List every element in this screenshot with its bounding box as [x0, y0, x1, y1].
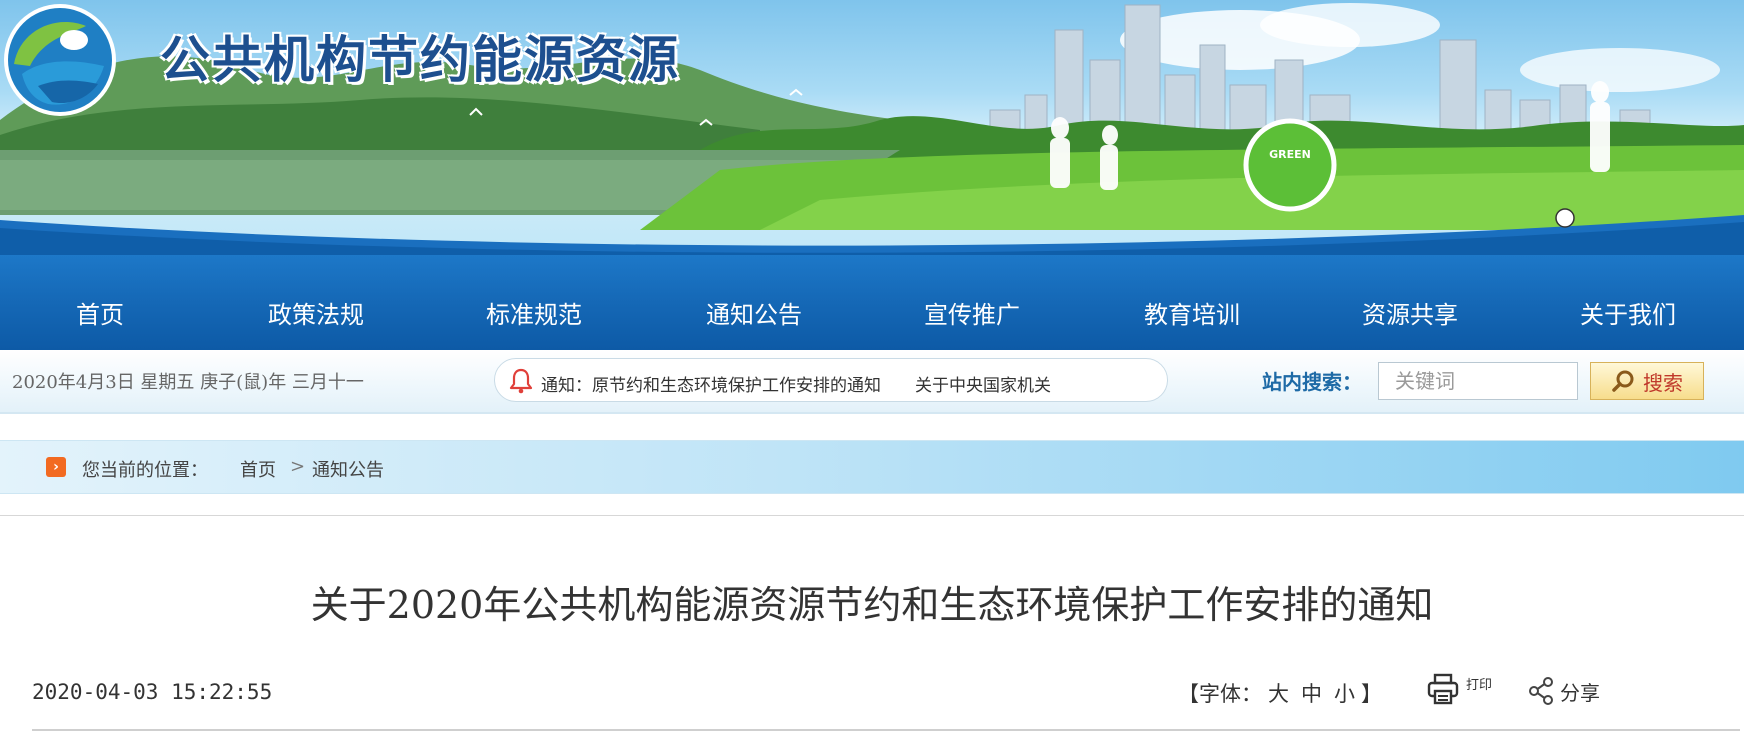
article-area: 关于2020年公共机构能源资源节约和生态环境保护工作安排的通知 2020-04-… — [0, 515, 1744, 736]
breadcrumb-home[interactable]: 首页 — [240, 456, 276, 482]
notice-prefix: 通知： — [541, 376, 592, 396]
font-size-large[interactable]: 大 — [1268, 682, 1289, 706]
site-title: 公共机构节约能源资源 — [160, 31, 680, 89]
nav-item-training[interactable]: 教育培训 — [1112, 295, 1272, 330]
share-label: 分享 — [1560, 680, 1600, 705]
breadcrumb: › 您当前的位置： 首页 > 通知公告 — [0, 440, 1744, 494]
breadcrumb-separator: > — [290, 456, 306, 477]
font-size-small[interactable]: 小 — [1334, 682, 1355, 706]
font-size-close: 】 — [1361, 682, 1382, 706]
font-size-control: 【字体：大中小】 — [1178, 678, 1382, 708]
print-button[interactable]: 打印 — [1426, 672, 1492, 706]
search-icon — [1612, 370, 1634, 392]
nav-item-promotion[interactable]: 宣传推广 — [892, 295, 1052, 330]
info-bar: 2020年4月3日 星期五 庚子(鼠)年 三月十一 通知：原节约和生态环境保护工… — [0, 350, 1744, 414]
main-nav: 首页 政策法规 标准规范 通知公告 宣传推广 教育培训 资源共享 关于我们 — [0, 255, 1744, 350]
nav-item-standards[interactable]: 标准规范 — [454, 295, 614, 330]
nav-item-resources[interactable]: 资源共享 — [1330, 295, 1490, 330]
share-button[interactable]: 分享 — [1528, 676, 1600, 706]
notice-item[interactable]: 原节约和生态环境保护工作安排的通知 — [592, 376, 881, 396]
logo-icon — [4, 4, 116, 116]
search-label: 站内搜索： — [1262, 370, 1362, 394]
article-title: 关于2020年公共机构能源资源节约和生态环境保护工作安排的通知 — [310, 583, 1434, 627]
breadcrumb-current[interactable]: 通知公告 — [312, 456, 384, 482]
header-divider — [32, 729, 1740, 731]
notice-ticker: 通知：原节约和生态环境保护工作安排的通知 关于中央国家机关 — [494, 358, 1168, 402]
search-button-label: 搜索 — [1643, 370, 1683, 395]
printer-icon — [1427, 673, 1459, 705]
chevron-right-icon: › — [46, 457, 66, 477]
search-input[interactable] — [1378, 362, 1578, 400]
font-size-label: 【字体： — [1178, 682, 1262, 706]
publish-datetime: 2020-04-03 15:22:55 — [32, 680, 273, 704]
share-icon — [1529, 677, 1553, 705]
breadcrumb-label: 您当前的位置： — [82, 460, 208, 481]
nav-item-notices[interactable]: 通知公告 — [674, 295, 834, 330]
bell-icon — [509, 368, 533, 394]
nav-item-policies[interactable]: 政策法规 — [236, 295, 396, 330]
font-size-medium[interactable]: 中 — [1301, 682, 1322, 706]
banner-green-label: GREEN — [1269, 148, 1311, 161]
nav-item-home[interactable]: 首页 — [20, 295, 180, 330]
notice-text: 通知：原节约和生态环境保护工作安排的通知 关于中央国家机关 — [541, 371, 1051, 396]
current-date: 2020年4月3日 星期五 庚子(鼠)年 三月十一 — [12, 372, 364, 393]
header-banner: GREEN 公共机构节约能源资源 — [0, 0, 1744, 260]
notice-item[interactable]: 关于中央国家机关 — [915, 376, 1051, 396]
print-label: 打印 — [1466, 678, 1493, 693]
nav-item-about[interactable]: 关于我们 — [1548, 295, 1708, 330]
search-button[interactable]: 搜索 — [1590, 362, 1704, 400]
